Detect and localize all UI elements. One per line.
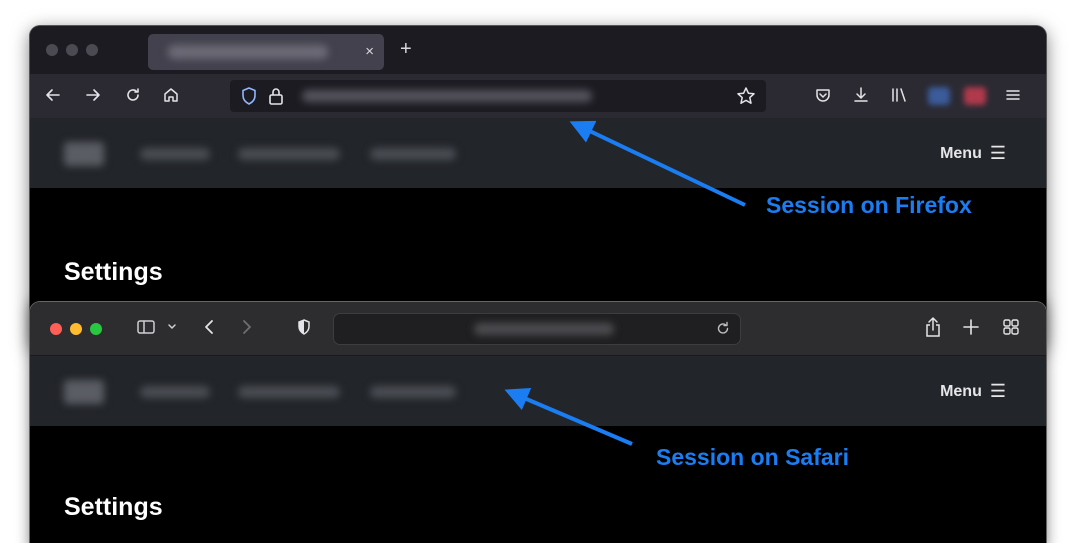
firefox-session-label: Session on Firefox: [766, 192, 972, 218]
annotation-arrows: [504, 120, 746, 446]
safari-session-label: Session on Safari: [656, 444, 850, 470]
safari-arrow: [504, 388, 633, 446]
firefox-arrow: [569, 120, 746, 207]
